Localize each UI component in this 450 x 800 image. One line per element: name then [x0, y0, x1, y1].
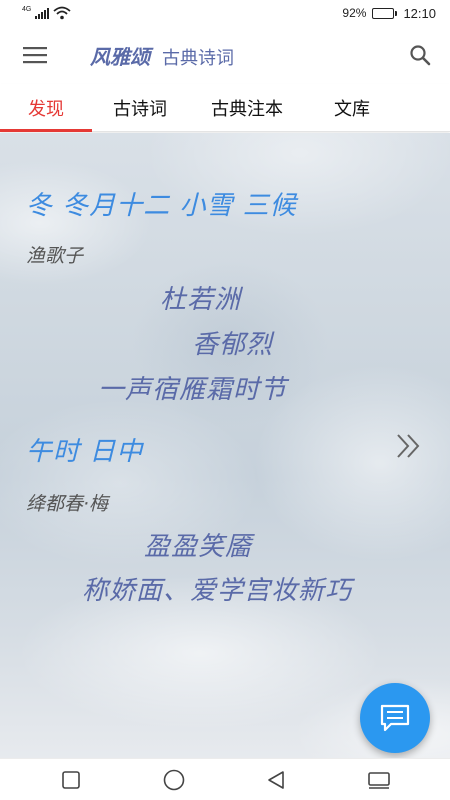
search-icon[interactable] [390, 26, 450, 84]
double-chevron-right-icon[interactable] [394, 431, 424, 461]
poem-line: 一声宿雁霜时节 [98, 375, 288, 405]
app-subtitle: 古典诗词 [162, 47, 234, 69]
discover-content: 冬 冬月十二 小雪 三候 渔歌子 杜若洲 香郁烈 一声宿雁霜时节 午时 日中 绛… [0, 133, 450, 758]
app-title: 风雅颂 [90, 44, 150, 69]
clock: 12:10 [403, 5, 436, 21]
tab-discover[interactable]: 发现 [0, 84, 92, 132]
tab-annotated-classics[interactable]: 古典注本 [188, 84, 306, 131]
tab-classic-poems[interactable]: 古诗词 [92, 84, 188, 131]
poem-line: 盈盈笑靥 [144, 532, 253, 562]
message-fab-button[interactable] [360, 683, 430, 753]
app-title-group: 风雅颂 古典诗词 [90, 41, 390, 70]
tab-library[interactable]: 文库 [306, 84, 398, 131]
time-heading: 午时 日中 [26, 437, 144, 467]
poem-line: 香郁烈 [192, 330, 274, 360]
message-icon [380, 704, 410, 732]
wifi-icon [53, 6, 71, 20]
recent-apps-icon[interactable] [49, 760, 93, 800]
signal-icon [35, 7, 50, 19]
battery-icon [372, 7, 398, 19]
app-bar: 风雅颂 古典诗词 [0, 26, 450, 84]
poem-line: 杜若洲 [160, 285, 242, 315]
battery-percent: 92% [342, 6, 367, 20]
network-type: 4G [22, 5, 32, 13]
system-nav-bar [0, 758, 450, 800]
poem-line: 称娇面、爱学宫妆新巧 [82, 576, 353, 606]
notification-shade-icon[interactable] [357, 760, 401, 800]
status-bar: 4G 92% 12:10 [0, 0, 450, 26]
tab-bar: 发现 古诗词 古典注本 文库 [0, 84, 450, 132]
hamburger-menu-icon[interactable] [0, 26, 70, 84]
back-icon[interactable] [254, 760, 298, 800]
status-left: 4G [22, 6, 71, 20]
status-right: 92% 12:10 [342, 6, 436, 21]
poem-title[interactable]: 渔歌子 [26, 241, 83, 268]
home-icon[interactable] [152, 760, 196, 800]
poem-title[interactable]: 绛都春·梅 [26, 489, 108, 516]
solar-term-heading: 冬 冬月十二 小雪 三候 [26, 191, 297, 221]
